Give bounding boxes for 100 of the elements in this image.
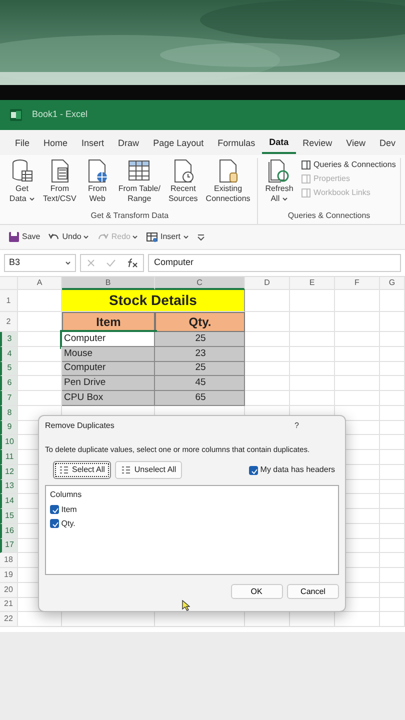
toolbar-button[interactable]: Undo xyxy=(48,231,90,243)
grid-cell[interactable] xyxy=(245,312,290,332)
checkbox-label[interactable]: Qty. xyxy=(61,518,76,530)
row-header[interactable]: 7 xyxy=(0,391,18,406)
row-header[interactable]: 16 xyxy=(0,524,18,538)
ribbon-tab[interactable]: Review xyxy=(296,132,340,152)
grid-cell[interactable] xyxy=(380,391,405,406)
checkbox[interactable] xyxy=(50,505,59,514)
row-header[interactable]: 6 xyxy=(0,376,18,391)
table-cell[interactable]: Computer xyxy=(62,362,155,376)
grid-cell[interactable] xyxy=(335,290,380,312)
grid-cell[interactable] xyxy=(245,346,290,362)
grid-cell[interactable] xyxy=(380,312,405,332)
ribbon-button[interactable]: Refresh All xyxy=(262,158,296,210)
row-header[interactable]: 12 xyxy=(0,464,18,480)
grid-cell[interactable] xyxy=(335,391,380,406)
help-button[interactable]: ? xyxy=(294,420,299,432)
row-header[interactable]: 8 xyxy=(0,406,18,420)
grid-cell[interactable] xyxy=(335,346,380,362)
table-cell[interactable]: 25 xyxy=(155,362,245,376)
grid-cell[interactable] xyxy=(380,582,405,598)
table-cell[interactable]: 65 xyxy=(155,391,245,406)
row-header[interactable]: 3 xyxy=(0,332,18,347)
grid-cell[interactable] xyxy=(245,391,290,406)
grid-cell[interactable] xyxy=(380,509,405,524)
grid-cell[interactable] xyxy=(245,376,290,391)
row-header[interactable]: 13 xyxy=(0,480,18,494)
column-header[interactable]: A xyxy=(18,277,62,290)
ribbon-tab[interactable]: Home xyxy=(36,132,75,152)
grid-cell[interactable] xyxy=(245,290,290,312)
name-box[interactable]: B3 xyxy=(4,254,76,272)
formula-field[interactable]: Computer xyxy=(148,254,401,272)
column-header[interactable]: B xyxy=(62,277,155,290)
grid-cell[interactable] xyxy=(380,612,405,627)
table-cell[interactable]: CPU Box xyxy=(62,391,155,406)
ribbon-button[interactable]: From Text/CSV xyxy=(40,158,80,210)
table-cell[interactable]: Mouse xyxy=(62,346,155,362)
ribbon-button[interactable]: Queries & Connections xyxy=(300,158,396,172)
row-header[interactable]: 15 xyxy=(0,509,18,524)
grid-cell[interactable] xyxy=(380,480,405,494)
ribbon-button[interactable]: Existing Connections xyxy=(202,158,254,210)
grid-cell[interactable] xyxy=(380,435,405,450)
grid-cell[interactable] xyxy=(380,598,405,612)
grid-cell[interactable] xyxy=(290,312,335,332)
grid-cell[interactable] xyxy=(380,420,405,436)
column-header[interactable]: G xyxy=(380,277,405,290)
row-header[interactable]: 22 xyxy=(0,612,18,627)
ok-button[interactable]: OK xyxy=(230,584,282,600)
grid-cell[interactable] xyxy=(380,450,405,465)
grid-cell[interactable] xyxy=(335,332,380,347)
grid-cell[interactable] xyxy=(335,376,380,391)
ribbon-tab[interactable]: Insert xyxy=(74,132,112,152)
ribbon-tab[interactable]: Dev xyxy=(372,132,403,152)
row-header[interactable]: 21 xyxy=(0,598,18,612)
grid-cell[interactable] xyxy=(335,312,380,332)
ribbon-button[interactable]: Get Data xyxy=(6,158,38,210)
dialog-button[interactable]: Unselect All xyxy=(115,461,182,480)
row-header[interactable]: 1 xyxy=(0,290,18,312)
table-cell[interactable]: 45 xyxy=(155,376,245,391)
grid-cell[interactable] xyxy=(380,332,405,347)
row-header[interactable]: 18 xyxy=(0,553,18,568)
table-cell[interactable]: 25 xyxy=(155,332,245,347)
row-header[interactable]: 5 xyxy=(0,362,18,376)
row-header[interactable]: 17 xyxy=(0,538,18,554)
grid-cell[interactable] xyxy=(380,376,405,391)
grid-cell[interactable] xyxy=(380,553,405,568)
grid-cell[interactable] xyxy=(245,362,290,376)
grid-cell[interactable] xyxy=(290,362,335,376)
ribbon-tab[interactable]: Page Layout xyxy=(146,132,211,152)
ribbon-tab[interactable]: File xyxy=(8,132,37,152)
toolbar-button[interactable]: Save xyxy=(8,231,40,243)
grid-cell[interactable] xyxy=(245,332,290,347)
row-header[interactable]: 2 xyxy=(0,312,18,332)
grid-cell[interactable] xyxy=(380,494,405,509)
checkbox[interactable] xyxy=(249,466,258,475)
row-header[interactable]: 20 xyxy=(0,582,18,598)
checkbox-label[interactable]: Item xyxy=(61,504,77,516)
grid-cell[interactable] xyxy=(380,290,405,312)
grid-cell[interactable] xyxy=(380,406,405,420)
column-header[interactable]: D xyxy=(245,277,290,290)
column-header[interactable]: C xyxy=(155,277,245,290)
ribbon-tab[interactable]: View xyxy=(339,132,373,152)
ribbon-button[interactable]: From Table/ Range xyxy=(115,158,164,210)
grid-cell[interactable] xyxy=(380,538,405,554)
ribbon-button[interactable]: From Web xyxy=(81,158,114,210)
row-header[interactable]: 4 xyxy=(0,346,18,362)
dialog-button[interactable]: Select All xyxy=(53,461,111,480)
grid-cell[interactable] xyxy=(290,346,335,362)
grid-cell[interactable] xyxy=(380,362,405,376)
grid-cell[interactable] xyxy=(290,332,335,347)
row-header[interactable]: 11 xyxy=(0,450,18,465)
toolbar-button[interactable]: Insert xyxy=(146,231,188,243)
grid-cell[interactable] xyxy=(380,346,405,362)
checkbox[interactable] xyxy=(50,519,59,528)
select-all-corner[interactable] xyxy=(0,277,18,290)
grid-cell[interactable] xyxy=(380,464,405,480)
ribbon-tab[interactable]: Formulas xyxy=(210,132,262,152)
table-cell[interactable]: 23 xyxy=(155,346,245,362)
grid-cell[interactable] xyxy=(380,568,405,583)
checkbox-label[interactable]: My data has headers xyxy=(260,464,335,476)
